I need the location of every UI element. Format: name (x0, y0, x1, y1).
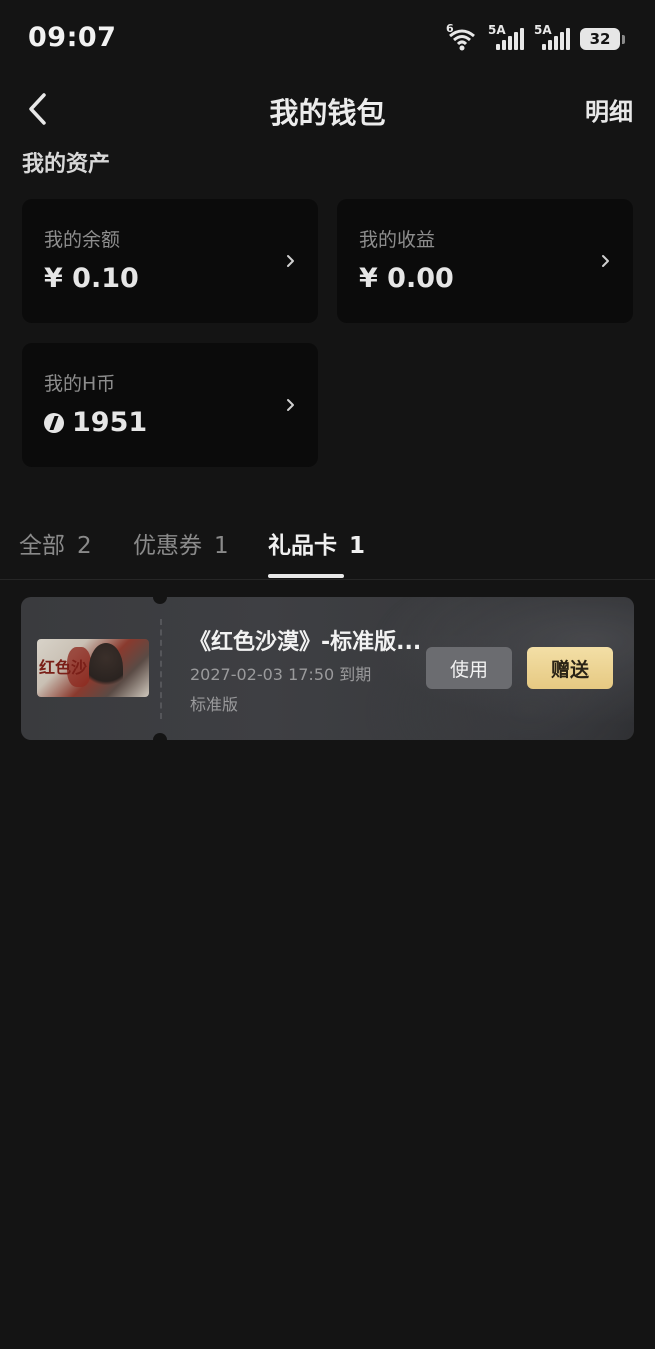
tab-all[interactable]: 全部 2 (19, 526, 92, 560)
gift-card-version: 标准版 (190, 695, 239, 714)
earnings-card[interactable]: 我的收益 ¥ 0.00 (337, 199, 633, 323)
thumbnail-title: 红色沙 (39, 658, 88, 677)
hcoin-value-row: 1951 (44, 407, 147, 438)
chevron-right-icon (287, 399, 294, 411)
tab-count: 1 (349, 533, 366, 559)
earnings-label: 我的收益 (359, 229, 436, 251)
chevron-right-icon (602, 255, 609, 267)
tab-label: 优惠券 (133, 533, 202, 559)
tab-gift-cards[interactable]: 礼品卡 1 (268, 526, 365, 560)
game-thumbnail: 红色沙 (37, 639, 149, 697)
signal-label-2: 5A (534, 23, 552, 37)
signal-icon-2: 5A (534, 23, 570, 50)
active-tab-indicator (268, 574, 344, 578)
gift-card-item[interactable]: 红色沙 《红色沙漠》-标准版... 2027-02-03 17:50 到期 标准… (21, 597, 634, 740)
status-time: 09:07 (28, 22, 117, 53)
wifi-label: 6 (446, 22, 454, 35)
gift-card-expiry: 2027-02-03 17:50 到期 (190, 665, 372, 684)
hcoin-value: 1951 (72, 407, 148, 438)
battery-level: 32 (580, 28, 620, 50)
balance-label: 我的余额 (44, 229, 121, 251)
hcoin-card[interactable]: 我的H币 1951 (22, 343, 318, 467)
tab-bar: 全部 2 优惠券 1 礼品卡 1 (0, 522, 655, 580)
tab-coupons[interactable]: 优惠券 1 (133, 526, 229, 560)
ticket-divider (160, 619, 162, 719)
status-icons: 6 5A 5A 32 (446, 22, 625, 52)
gift-button[interactable]: 赠送 (527, 647, 613, 689)
signal-icon-1: 5A (488, 23, 524, 50)
detail-button[interactable]: 明细 (585, 92, 633, 127)
signal-label-1: 5A (488, 23, 506, 37)
wifi-icon: 6 (446, 22, 478, 52)
hcoin-icon (44, 412, 64, 433)
balance-value: ¥ 0.10 (44, 263, 139, 294)
battery-icon: 32 (580, 28, 625, 50)
balance-card[interactable]: 我的余额 ¥ 0.10 (22, 199, 318, 323)
hcoin-label: 我的H币 (44, 373, 116, 395)
tab-count: 1 (214, 533, 229, 559)
ticket-notch-top (153, 597, 167, 604)
wallet-screen: 09:07 6 5A 5A 32 我的钱包 明细 我的资产 我的余额 ¥ 0.1… (0, 0, 655, 1349)
page-title: 我的钱包 (269, 96, 386, 130)
chevron-right-icon (287, 255, 294, 267)
tab-label: 礼品卡 (268, 533, 337, 559)
tab-label: 全部 (19, 533, 65, 559)
use-button[interactable]: 使用 (426, 647, 512, 689)
ticket-notch-bottom (153, 733, 167, 740)
assets-section-title: 我的资产 (22, 152, 111, 177)
tab-count: 2 (77, 533, 92, 559)
gift-card-title: 《红色沙漠》-标准版... (189, 630, 422, 655)
earnings-value: ¥ 0.00 (359, 263, 454, 294)
